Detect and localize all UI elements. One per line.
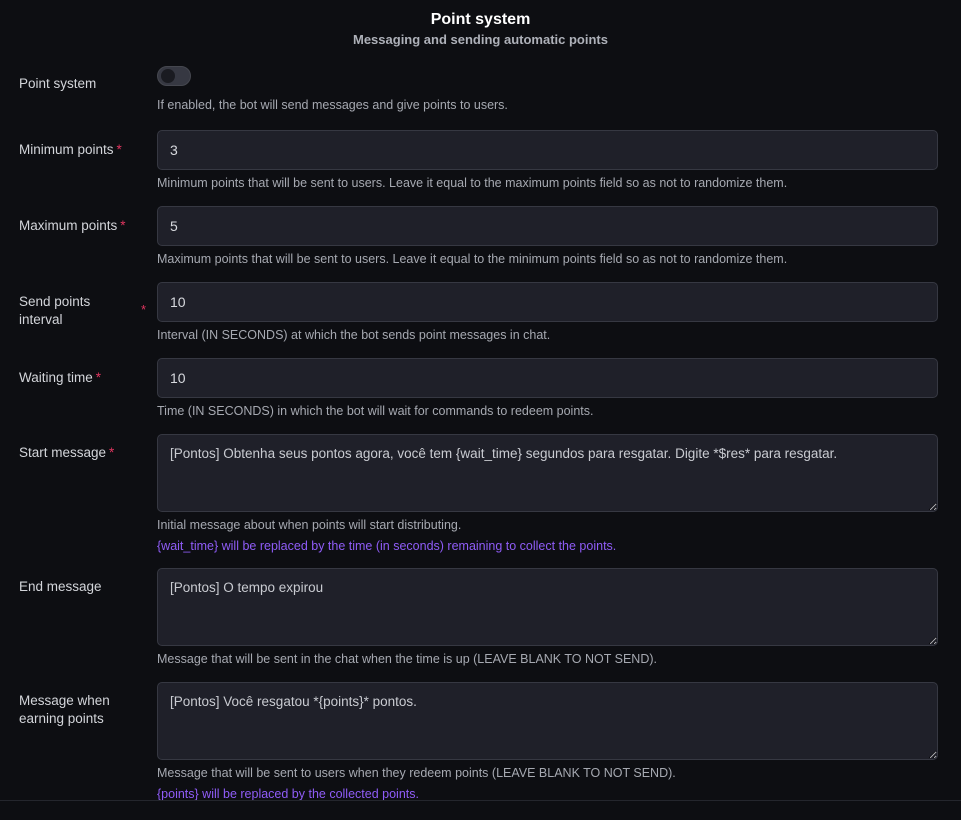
page-title: Point system bbox=[430, 11, 531, 28]
section-header: Point system Messaging and sending autom… bbox=[0, 0, 961, 50]
start-message-label: Start message * bbox=[19, 445, 115, 460]
start-message-control: [Pontos] Obtenha seus pontos agora, você… bbox=[157, 434, 938, 554]
start-message-hint: {wait_time} will be replaced by the time… bbox=[157, 539, 617, 553]
end-message-label: End message bbox=[19, 579, 102, 594]
required-mark: * bbox=[109, 445, 115, 460]
maximum-points-control: Maximum points that will be sent to user… bbox=[157, 206, 938, 267]
point-system-control: If enabled, the bot will send messages a… bbox=[157, 66, 938, 113]
earning-message-control: [Pontos] Você resgatou *{points}* pontos… bbox=[157, 682, 938, 802]
send-points-interval-label: Send points interval bbox=[19, 294, 91, 327]
page-subtitle: Messaging and sending automatic points bbox=[353, 32, 608, 47]
divider bbox=[0, 800, 961, 801]
toggle-knob bbox=[161, 69, 175, 83]
maximum-points-input[interactable] bbox=[157, 206, 938, 246]
start-message-textarea[interactable]: [Pontos] Obtenha seus pontos agora, você… bbox=[157, 434, 938, 512]
point-system-label: Point system bbox=[19, 76, 97, 91]
required-mark: * bbox=[141, 302, 147, 317]
minimum-points-input[interactable] bbox=[157, 130, 938, 170]
point-system-toggle[interactable] bbox=[157, 66, 191, 86]
required-mark: * bbox=[116, 142, 122, 157]
waiting-time-label: Waiting time * bbox=[19, 370, 102, 385]
earning-message-textarea[interactable]: [Pontos] Você resgatou *{points}* pontos… bbox=[157, 682, 938, 760]
end-message-help: Message that will be sent in the chat wh… bbox=[157, 652, 657, 666]
required-mark: * bbox=[95, 370, 102, 385]
required-mark: * bbox=[120, 218, 126, 233]
send-points-interval-control: Interval (IN SECONDS) at which the bot s… bbox=[157, 282, 938, 343]
send-points-interval-input[interactable] bbox=[157, 282, 938, 322]
point-system-help: If enabled, the bot will send messages a… bbox=[157, 98, 508, 112]
waiting-time-help: Time (IN SECONDS) in which the bot will … bbox=[157, 404, 594, 418]
earning-message-help: Message that will be sent to users when … bbox=[157, 766, 676, 780]
end-message-control: [Pontos] O tempo expirou Message that wi… bbox=[157, 568, 938, 667]
minimum-points-help: Minimum points that will be sent to user… bbox=[157, 176, 788, 190]
waiting-time-input[interactable] bbox=[157, 358, 938, 398]
minimum-points-label: Minimum points * bbox=[19, 142, 122, 157]
maximum-points-label: Maximum points * bbox=[19, 218, 126, 233]
maximum-points-help: Maximum points that will be sent to user… bbox=[157, 252, 788, 266]
end-message-textarea[interactable]: [Pontos] O tempo expirou bbox=[157, 568, 938, 646]
send-points-interval-help: Interval (IN SECONDS) at which the bot s… bbox=[157, 328, 551, 342]
waiting-time-control: Time (IN SECONDS) in which the bot will … bbox=[157, 358, 938, 419]
minimum-points-control: Minimum points that will be sent to user… bbox=[157, 130, 938, 191]
earning-message-label: Message when earning points bbox=[19, 693, 110, 726]
start-message-help: Initial message about when points will s… bbox=[157, 518, 462, 532]
